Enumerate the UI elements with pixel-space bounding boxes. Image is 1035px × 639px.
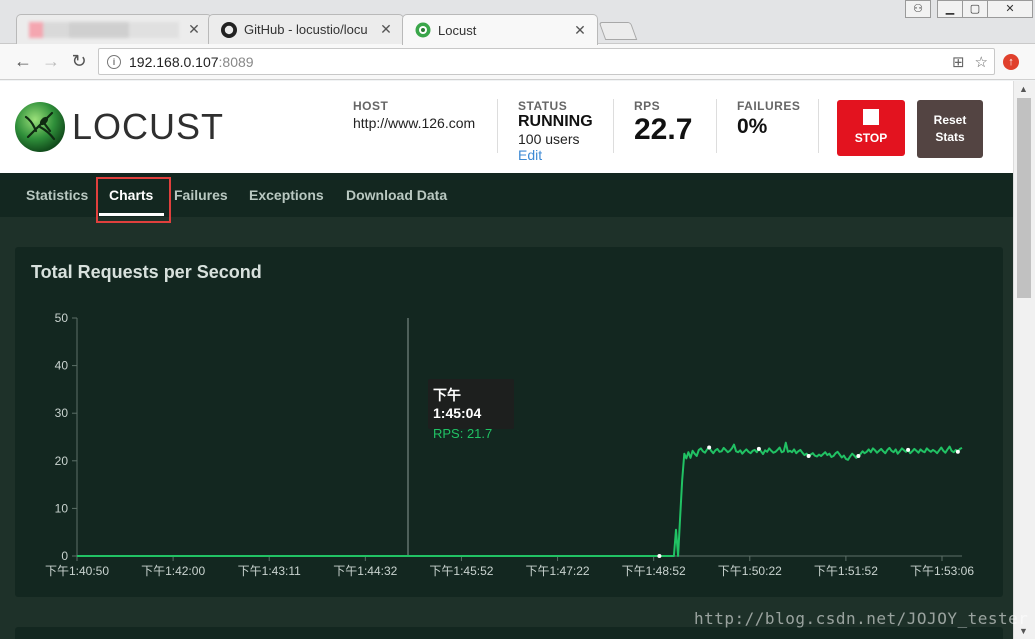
rps-line-chart: 0 10 20 30 40 50 下午1:40:50 下午1:42:00 下午1:43:11 下午… <box>45 311 974 578</box>
series-point <box>806 454 811 459</box>
chart-tooltip: 下午1:45:04 RPS: 21.7 <box>428 379 514 441</box>
close-icon[interactable]: ✕ <box>573 22 587 39</box>
series-point <box>707 445 712 450</box>
browser-tab-locust[interactable]: Locust ✕ <box>402 14 598 45</box>
x-tick-label: 下午1:40:50 <box>45 564 109 578</box>
series-point <box>756 446 761 451</box>
locust-favicon-icon <box>415 22 431 38</box>
series-point <box>856 454 861 459</box>
y-tick-label: 40 <box>55 359 69 373</box>
rps-series-line <box>77 441 963 557</box>
y-tick-label: 20 <box>55 454 69 468</box>
y-tick-label: 50 <box>55 311 69 325</box>
tooltip-value: RPS: 21.7 <box>433 426 493 441</box>
series-point <box>657 554 662 558</box>
tooltip-time: 下午1:45:04 <box>433 387 482 421</box>
x-tick-label: 下午1:45:52 <box>429 564 493 578</box>
scroll-up-icon[interactable]: ▲ <box>1019 84 1028 94</box>
page-scrollbar[interactable]: ▲ ▼ <box>1013 81 1035 639</box>
series-point <box>906 447 911 452</box>
y-tick-label: 10 <box>55 501 69 515</box>
series-point <box>955 449 960 454</box>
y-tick-label: 30 <box>55 406 69 420</box>
x-tick-label: 下午1:42:00 <box>141 564 205 578</box>
x-tick-label: 下午1:44:32 <box>333 564 397 578</box>
y-tick-label: 0 <box>61 549 68 563</box>
scrollbar-thumb[interactable] <box>1017 98 1031 298</box>
x-tick-label: 下午1:50:22 <box>718 564 782 578</box>
x-tick-label: 下午1:48:52 <box>622 564 686 578</box>
tab-title: Locust <box>438 22 477 38</box>
x-tick-label: 下午1:53:06 <box>910 564 974 578</box>
watermark: http://blog.csdn.net/JOJOY_tester <box>694 609 1029 628</box>
x-tick-label: 下午1:47:22 <box>526 564 590 578</box>
x-tick-label: 下午1:43:11 <box>238 564 301 578</box>
x-tick-label: 下午1:51:52 <box>814 564 878 578</box>
